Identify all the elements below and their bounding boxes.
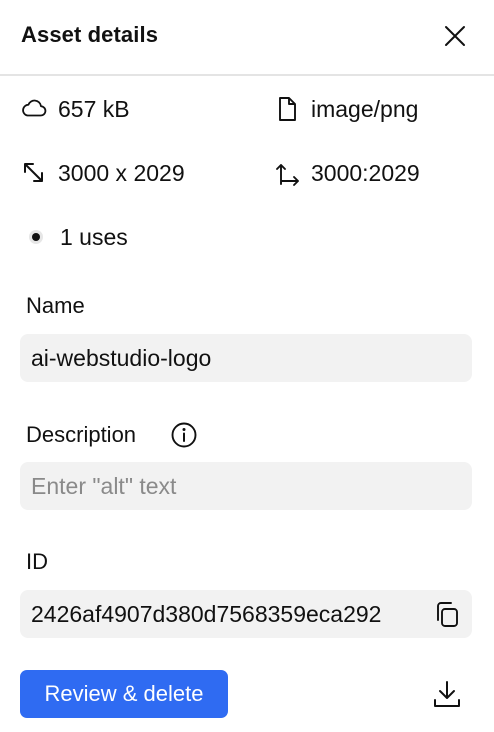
file-icon bbox=[273, 95, 301, 123]
panel-header: Asset details bbox=[0, 0, 494, 76]
file-type-value: image/png bbox=[311, 95, 419, 122]
info-icon[interactable] bbox=[170, 421, 198, 449]
description-input[interactable]: Enter "alt" text bbox=[20, 462, 472, 510]
name-label: Name bbox=[26, 293, 85, 318]
id-label: ID bbox=[26, 549, 48, 574]
image-dimensions-value: 3000 x 2029 bbox=[58, 159, 185, 186]
download-icon bbox=[434, 681, 460, 707]
aspect-ratio-icon bbox=[273, 159, 301, 187]
review-delete-button[interactable]: Review & delete bbox=[20, 670, 228, 718]
cloud-icon bbox=[20, 95, 48, 123]
usage-dot-icon bbox=[22, 223, 50, 251]
usage-count-value: 1 uses bbox=[60, 223, 128, 250]
close-button[interactable] bbox=[440, 21, 470, 51]
name-input[interactable]: ai-webstudio-logo bbox=[20, 334, 472, 382]
aspect-ratio-value: 3000:2029 bbox=[311, 159, 420, 186]
description-label: Description bbox=[26, 422, 137, 447]
panel-title: Asset details bbox=[21, 22, 159, 47]
id-value: 2426af4907d380d7568359eca292 bbox=[31, 600, 382, 627]
copy-icon[interactable] bbox=[432, 600, 464, 630]
resize-diagonal-icon bbox=[20, 159, 48, 187]
download-button[interactable] bbox=[430, 678, 464, 712]
file-type: image/png bbox=[273, 95, 418, 123]
aspect-ratio: 3000:2029 bbox=[273, 159, 420, 187]
asset-details-panel: Asset details 657 kB image/png 3000 x 20… bbox=[0, 0, 494, 732]
image-dimensions: 3000 x 2029 bbox=[20, 159, 185, 187]
close-icon bbox=[445, 26, 465, 46]
usage-count: 1 uses bbox=[22, 223, 128, 251]
file-size: 657 kB bbox=[20, 95, 130, 123]
file-size-value: 657 kB bbox=[58, 95, 130, 122]
